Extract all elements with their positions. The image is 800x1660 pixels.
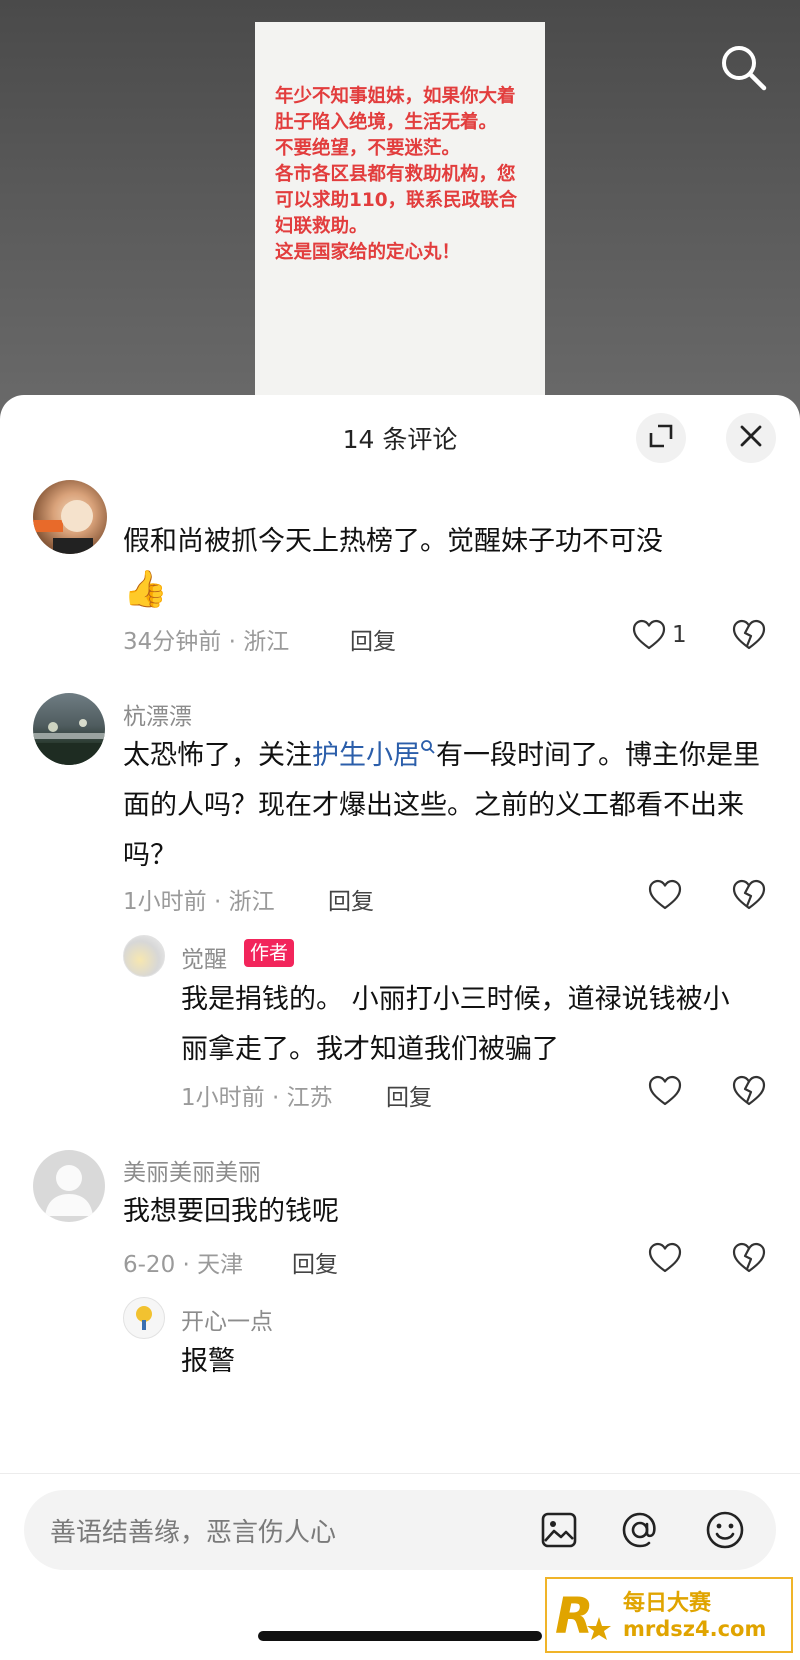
video-overlay-text: 年少不知事姐妹，如果你大着肚子陷入绝境，生活无着。 不要绝望，不要迷茫。 各市各… xyxy=(275,86,518,263)
username[interactable]: 开心一点 xyxy=(181,1302,273,1336)
comment-text: 太恐怖了，关注护生小居 有一段时间了。博主你是里面的人吗？现在才爆出这些。之前的义… xyxy=(123,740,760,871)
comment-input-placeholder: 善语结善缘，恶言伤人心 xyxy=(50,1518,337,1548)
default-avatar-icon[interactable] xyxy=(33,1150,105,1222)
comment-text: 假和尚被抓今天上热榜了。觉醒妹子功不可没 xyxy=(123,526,663,557)
expand-button[interactable] xyxy=(636,413,686,463)
watermark-url: mrdsz4.com xyxy=(623,1617,767,1641)
dislike-broken-heart-icon[interactable] xyxy=(732,619,766,655)
dislike-broken-heart-icon[interactable] xyxy=(732,1075,766,1111)
reply-button[interactable]: 回复 xyxy=(328,882,374,916)
svg-text:R: R xyxy=(555,1587,594,1645)
comment-time-location: 6-20 · 天津 xyxy=(123,1252,244,1278)
divider xyxy=(0,1473,800,1474)
search-button[interactable] xyxy=(718,42,770,94)
emoji-icon[interactable] xyxy=(705,1510,745,1554)
close-icon xyxy=(739,424,763,452)
reply-button[interactable]: 回复 xyxy=(292,1245,338,1279)
reply-button[interactable]: 回复 xyxy=(386,1078,432,1112)
watermark: R 每日大赛 mrdsz4.com xyxy=(545,1577,793,1653)
avatar[interactable] xyxy=(33,693,105,765)
expand-icon xyxy=(648,423,674,453)
search-icon xyxy=(718,46,770,98)
video-background[interactable]: 年少不知事姐妹，如果你大着肚子陷入绝境，生活无着。 不要绝望，不要迷茫。 各市各… xyxy=(0,0,800,422)
like-heart-icon[interactable] xyxy=(632,619,666,655)
thumbs-up-emoji: 👍 xyxy=(123,569,168,610)
reply-button[interactable]: 回复 xyxy=(350,622,396,656)
at-mention-icon[interactable] xyxy=(620,1510,660,1554)
link-search-icon xyxy=(420,740,436,771)
home-indicator[interactable] xyxy=(258,1631,542,1641)
comment-input[interactable]: 善语结善缘，恶言伤人心 xyxy=(24,1490,776,1570)
reply-time-location: 1小时前 · 江苏 xyxy=(181,1085,333,1111)
dislike-broken-heart-icon[interactable] xyxy=(732,1242,766,1278)
like-heart-icon[interactable] xyxy=(648,1242,682,1278)
topic-link[interactable]: 护生小居 xyxy=(312,740,420,771)
like-heart-icon[interactable] xyxy=(648,1075,682,1111)
comment-sheet: 14 条评论 假和尚被抓今天上热榜了。觉醒妹子功不可没 👍 34分钟前 · 浙江… xyxy=(0,395,800,1660)
username[interactable]: 觉醒 xyxy=(181,940,227,974)
watermark-title: 每日大赛 xyxy=(623,1591,712,1616)
username[interactable]: 杭漂漂 xyxy=(123,697,192,731)
author-badge: 作者 xyxy=(244,939,295,967)
avatar[interactable] xyxy=(123,1297,165,1339)
reply-text: 报警 xyxy=(181,1346,235,1377)
image-icon[interactable] xyxy=(540,1511,578,1553)
close-button[interactable] xyxy=(726,413,776,463)
avatar[interactable] xyxy=(33,480,107,554)
reply-text: 我是捐钱的。 小丽打小三时候，道禄说钱被小丽拿走了。我才知道我们被骗了 xyxy=(181,984,730,1065)
dislike-broken-heart-icon[interactable] xyxy=(732,879,766,915)
like-heart-icon[interactable] xyxy=(648,879,682,915)
comment-time-location: 1小时前 · 浙江 xyxy=(123,889,275,915)
like-count: 1 xyxy=(672,622,687,648)
comment-text: 我想要回我的钱呢 xyxy=(123,1196,339,1227)
video-frame: 年少不知事姐妹，如果你大着肚子陷入绝境，生活无着。 不要绝望，不要迷茫。 各市各… xyxy=(255,22,545,422)
comment-time-location: 34分钟前 · 浙江 xyxy=(123,629,290,655)
username[interactable]: 美丽美丽美丽 xyxy=(123,1153,261,1187)
avatar[interactable] xyxy=(123,935,165,977)
